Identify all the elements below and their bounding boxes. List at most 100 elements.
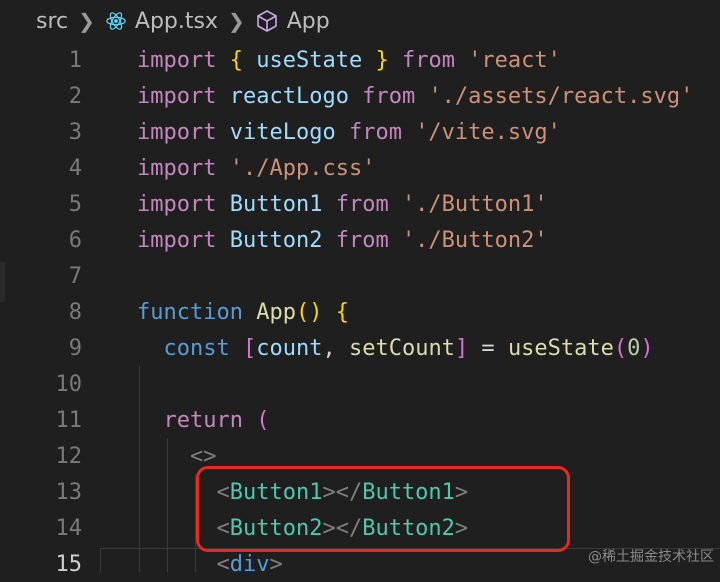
code-token: import	[137, 119, 217, 145]
breadcrumb-symbol-label: App	[286, 8, 330, 34]
watermark: @稀土掘金技术社区	[588, 549, 714, 565]
code-token: 0	[627, 335, 641, 361]
code-line[interactable]: 9 const [count, setCount] = useState(0)	[0, 330, 720, 366]
line-number: 13	[55, 479, 83, 505]
breadcrumb-symbol[interactable]: App	[255, 9, 330, 34]
chevron-right-icon: ❯	[227, 9, 245, 33]
code-token: (	[256, 407, 270, 433]
line-number: 15	[55, 551, 83, 577]
code-token: 'react'	[468, 47, 561, 73]
code-token: =	[468, 335, 508, 361]
code-line[interactable]: 4 import './App.css'	[0, 150, 720, 186]
code-token: [	[242, 335, 257, 361]
code-text: <>	[137, 443, 217, 469]
code-line[interactable]: 1 import { useState } from 'react'	[0, 42, 720, 78]
line-number: 9	[68, 335, 82, 361]
code-text: return (	[137, 407, 270, 433]
code-token: function	[137, 299, 243, 325]
code-token: const	[163, 335, 230, 361]
breadcrumb-folder[interactable]: src	[36, 9, 68, 34]
code-token: ()	[295, 299, 323, 325]
code-token: './Button2'	[401, 227, 548, 253]
code-token: from	[335, 227, 389, 253]
breadcrumb-folder-label: src	[36, 8, 69, 34]
code-token: './Button1'	[401, 191, 548, 217]
code-line[interactable]: 10	[0, 366, 720, 402]
code-token: from	[401, 47, 455, 73]
code-token: ,	[322, 335, 349, 361]
breadcrumb-file[interactable]: App.tsx	[105, 9, 218, 34]
breadcrumb: src ❯ App.tsx ❯ App	[0, 0, 720, 42]
code-text: const [count, setCount] = useState(0)	[137, 336, 654, 361]
code-token: useState	[507, 335, 614, 361]
annotation-highlight-box	[196, 466, 570, 552]
code-token: ]	[454, 335, 469, 361]
code-token: setCount	[348, 335, 455, 361]
line-number: 4	[68, 155, 82, 181]
code-token: import	[137, 83, 217, 109]
line-number: 7	[68, 263, 82, 289]
code-token: '/vite.svg'	[415, 119, 561, 145]
code-token: Button2	[229, 227, 323, 253]
code-line[interactable]: 8 function App() {	[0, 294, 720, 330]
code-token: {	[335, 299, 349, 325]
code-token: )	[640, 335, 654, 361]
code-line[interactable]: 11 return (	[0, 402, 720, 438]
line-number: 14	[55, 515, 83, 541]
code-line[interactable]: 3 import viteLogo from '/vite.svg'	[0, 114, 720, 150]
line-number: 10	[55, 371, 83, 397]
code-token: count	[256, 335, 323, 361]
line-number: 3	[68, 119, 82, 145]
line-number: 1	[68, 47, 82, 73]
code-token: import	[137, 47, 217, 73]
react-icon	[105, 10, 127, 32]
line-number: 2	[68, 83, 82, 109]
code-token: Button1	[229, 191, 323, 217]
code-text: import Button2 from './Button2'	[137, 228, 548, 253]
code-token: }	[375, 47, 389, 73]
line-number: 11	[55, 407, 83, 433]
code-text: import reactLogo from './assets/react.sv…	[137, 84, 693, 109]
code-line[interactable]: 2 import reactLogo from './assets/react.s…	[0, 78, 720, 114]
code-token: <>	[189, 443, 217, 469]
code-token: from	[362, 83, 416, 109]
code-text: import './App.css'	[137, 156, 375, 181]
code-text: import { useState } from 'react'	[137, 48, 561, 73]
code-text: import viteLogo from '/vite.svg'	[137, 120, 561, 145]
code-token: './App.css'	[229, 155, 376, 181]
code-line[interactable]: 7	[0, 258, 720, 294]
code-token: './assets/react.svg'	[428, 83, 694, 109]
code-token: import	[137, 191, 217, 217]
code-token: from	[335, 191, 389, 217]
code-line[interactable]: 5 import Button1 from './Button1'	[0, 186, 720, 222]
line-number: 8	[68, 299, 82, 325]
code-token: return	[163, 407, 243, 433]
cube-icon	[255, 9, 279, 33]
code-token: (	[613, 335, 628, 361]
code-token: {	[229, 47, 243, 73]
code-token: import	[137, 227, 217, 253]
code-token: reactLogo	[229, 83, 349, 109]
code-line[interactable]: 6 import Button2 from './Button2'	[0, 222, 720, 258]
code-token: App	[256, 299, 296, 325]
